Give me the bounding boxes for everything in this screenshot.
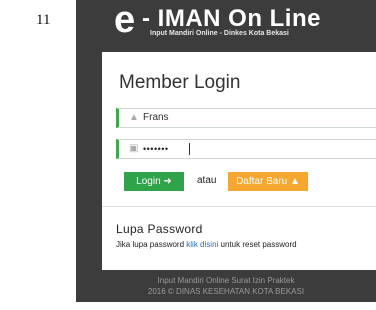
password-value: ••••••• (143, 144, 169, 154)
logo-subtitle: Input Mandiri Online - Dinkes Kota Bekas… (150, 30, 289, 37)
or-text: atau (197, 175, 217, 186)
forgot-text-before: Jika lupa password (116, 240, 185, 249)
text-cursor (189, 143, 190, 155)
footer-line-2: 2016 © DINAS KESEHATAN KOTA BEKASI (147, 287, 305, 296)
site-footer: Input Mandiri Online Surat Izin Praktek … (76, 275, 376, 297)
logo-e: e (114, 0, 136, 41)
login-label: Login (136, 176, 161, 187)
user-icon: ▲ (129, 112, 139, 123)
forgot-password-title: Lupa Password (116, 222, 203, 236)
login-title: Member Login (119, 72, 241, 93)
username-field[interactable]: ▲ Frans (116, 108, 376, 128)
login-button[interactable]: Login ➜ (124, 172, 184, 191)
forgot-text-after: untuk reset password (220, 240, 297, 249)
site-header: e - IMAN On Line Input Mandiri Online - … (76, 0, 376, 52)
reset-link[interactable]: klik disini (186, 240, 218, 249)
divider (102, 206, 376, 207)
logo-title: - IMAN On Line (142, 5, 321, 32)
user-icon: ▲ (290, 176, 300, 187)
footer-line-1: Input Mandiri Online Surat Izin Praktek (157, 276, 295, 285)
register-button[interactable]: Daftar Baru ▲ (228, 172, 308, 191)
register-label: Daftar Baru (236, 176, 288, 187)
login-panel: Member Login ▲ Frans ▣ ••••••• Login ➜ a… (102, 52, 376, 270)
forgot-password-text: Jika lupa password klik disini untuk res… (116, 240, 297, 249)
password-field[interactable]: ▣ ••••••• (116, 139, 376, 159)
lock-icon: ▣ (129, 143, 139, 154)
app-frame: e - IMAN On Line Input Mandiri Online - … (76, 0, 376, 302)
page-number: 11 (36, 12, 51, 28)
sign-in-icon: ➜ (163, 176, 172, 187)
username-value: Frans (143, 112, 169, 123)
